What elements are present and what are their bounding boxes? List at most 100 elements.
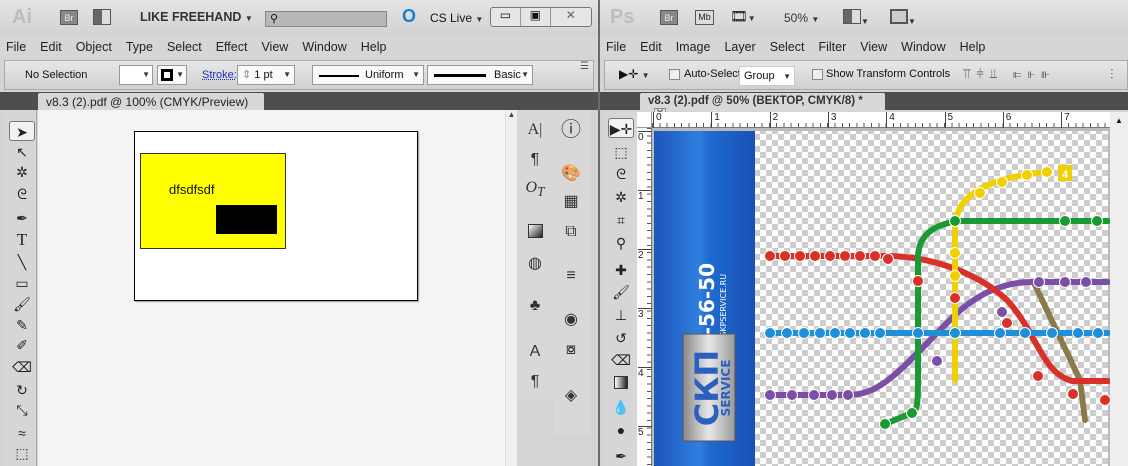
bridge-button[interactable]: Br — [60, 10, 78, 25]
character-styles-icon[interactable]: A — [518, 338, 552, 366]
menu-window[interactable]: Window — [901, 40, 945, 54]
dodge-tool[interactable]: ● — [608, 420, 634, 440]
scale-tool[interactable]: ⤡ — [9, 400, 35, 420]
menu-select[interactable]: Select — [770, 40, 805, 54]
menu-object[interactable]: Object — [76, 40, 112, 54]
close-button[interactable]: ✕ — [551, 8, 591, 26]
free-transform-tool[interactable]: ⬚ — [9, 443, 35, 463]
swatches-panel-icon[interactable]: ▦ — [554, 188, 588, 216]
brush-tool[interactable]: 🖌 — [608, 282, 634, 302]
menu-select[interactable]: Select — [167, 40, 202, 54]
black-rectangle[interactable] — [216, 205, 277, 234]
menu-type[interactable]: Type — [126, 40, 153, 54]
character-panel-icon[interactable]: A| — [518, 116, 552, 144]
opentype-panel-icon[interactable]: OT — [518, 174, 552, 202]
warp-tool[interactable]: ≈ — [9, 423, 35, 443]
magic-wand-tool[interactable]: ✲ — [9, 162, 35, 182]
lasso-tool[interactable]: ᘓ — [608, 164, 634, 184]
menu-file[interactable]: File — [6, 40, 26, 54]
history-brush-tool[interactable]: ↺ — [608, 328, 634, 348]
eraser-tool[interactable]: ⌫ — [608, 350, 634, 370]
menu-edit[interactable]: Edit — [640, 40, 662, 54]
blur-tool[interactable]: 💧 — [608, 397, 634, 417]
info-panel-icon[interactable]: ⓘ — [554, 116, 588, 144]
layers-panel-icon[interactable]: ◈ — [554, 382, 588, 410]
yellow-rectangle[interactable]: dfsdfsdf — [140, 153, 286, 249]
direct-selection-tool[interactable]: ↖ — [9, 142, 35, 162]
stroke-label[interactable]: Stroke: — [202, 69, 237, 81]
paintbrush-tool[interactable]: 🖌 — [9, 294, 35, 314]
clone-stamp-tool[interactable]: ⊥ — [608, 305, 634, 325]
marquee-tool[interactable]: ⬚ — [608, 142, 634, 162]
menu-filter[interactable]: Filter — [818, 40, 846, 54]
canvas-area[interactable]: dfsdfsdf — [38, 110, 505, 466]
variable-width-profile[interactable]: Uniform ▼ — [312, 65, 424, 85]
show-transform-checkbox[interactable] — [812, 69, 823, 80]
align-buttons[interactable]: ⫪⫩⫫ ⊫⊩⊪ — [963, 66, 1056, 82]
eraser-tool[interactable]: ⌫ — [9, 357, 35, 377]
auto-select-checkbox[interactable] — [669, 69, 680, 80]
menu-layer[interactable]: Layer — [724, 40, 755, 54]
maximize-button[interactable]: ▣ — [521, 8, 551, 26]
appearance-panel-icon[interactable]: ◉ — [554, 306, 588, 334]
stroke-weight-field[interactable]: ⇕ 1 pt ▼ — [237, 65, 295, 85]
lasso-tool[interactable]: ᘓ — [9, 184, 35, 204]
move-tool[interactable]: ▶✛ — [608, 118, 634, 138]
minimize-button[interactable]: ▭ — [491, 8, 521, 26]
stroke-panel-icon[interactable]: ≡ — [554, 262, 588, 290]
stroke-swatch[interactable]: ▼ — [157, 65, 187, 85]
zoom-level-dropdown[interactable]: 50% ▼ — [784, 11, 819, 25]
ruler-corner[interactable] — [637, 112, 652, 128]
workspace-switcher[interactable]: LIKE FREEHAND ▼ — [140, 10, 253, 24]
distribute-button[interactable]: ⫶ — [1110, 66, 1114, 83]
arrange-documents-icon[interactable] — [93, 9, 111, 25]
screen-mode-button[interactable]: ▼ — [890, 9, 916, 27]
pen-tool[interactable]: ✒ — [9, 208, 35, 228]
artboard[interactable]: dfsdfsdf — [134, 131, 418, 301]
pencil-tool[interactable]: ✎ — [9, 315, 35, 335]
rotate-tool[interactable]: ↻ — [9, 380, 35, 400]
text-object[interactable]: dfsdfsdf — [169, 182, 215, 197]
fill-swatch[interactable]: ▼ — [119, 65, 153, 85]
menu-file[interactable]: File — [606, 40, 626, 54]
color-panel-icon[interactable]: 🎨 — [554, 160, 588, 188]
panel-menu-icon[interactable]: ☰ — [580, 61, 589, 72]
symbols-panel-icon[interactable]: ♣ — [518, 292, 552, 320]
menu-effect[interactable]: Effect — [216, 40, 248, 54]
rectangle-tool[interactable]: ▭ — [9, 273, 35, 293]
menu-window[interactable]: Window — [302, 40, 346, 54]
pen-tool[interactable]: ✒ — [608, 446, 634, 466]
document-canvas[interactable]: 900-56-50 WWW.SKPSERVICE.RU СКП SERVICE … — [652, 128, 1111, 466]
document-tab[interactable]: v8.3 (2).pdf @ 50% (ВЕКТОР, CMYK/8) *✕ — [640, 93, 885, 120]
menu-view[interactable]: View — [860, 40, 887, 54]
menu-view[interactable]: View — [261, 40, 288, 54]
document-tab[interactable]: v8.3 (2).pdf @ 100% (CMYK/Preview)✕ — [38, 93, 264, 124]
line-tool[interactable]: ╲ — [9, 252, 35, 272]
arrange-documents-button[interactable]: ▼ — [843, 9, 869, 27]
menu-help[interactable]: Help — [960, 40, 986, 54]
vertical-scrollbar[interactable]: ▲ — [505, 110, 517, 466]
paragraph-styles-icon[interactable]: ¶ — [518, 368, 552, 396]
selection-tool[interactable]: ➤ — [9, 121, 35, 141]
paragraph-panel-icon[interactable]: ¶ — [518, 146, 552, 174]
bridge-button[interactable]: Br — [660, 10, 678, 25]
mini-bridge-button[interactable]: Mb — [695, 10, 714, 25]
vertical-scrollbar[interactable]: ▲ — [1110, 112, 1128, 466]
eyedropper-tool[interactable]: ⚲ — [608, 233, 634, 253]
blob-brush-tool[interactable]: ✐ — [9, 335, 35, 355]
horizontal-ruler[interactable]: 0 1 2 3 4 5 6 7 — [652, 112, 1110, 128]
search-input[interactable]: ⚲ — [265, 11, 387, 27]
gradient-tool[interactable] — [608, 374, 634, 394]
graphic-styles-icon[interactable]: ⧇ — [554, 336, 588, 364]
transform-panel-icon[interactable]: ⧉ — [554, 218, 588, 246]
view-extras-button[interactable]: 🎞 ▼ — [730, 8, 756, 25]
transparency-panel-icon[interactable]: ◍ — [518, 250, 552, 278]
brush-definition[interactable]: Basic ▼ — [427, 65, 533, 85]
type-tool[interactable]: T — [9, 230, 35, 250]
cs-live-button[interactable]: CS Live ▼ — [430, 11, 483, 25]
tool-preset-picker[interactable]: ▶✛ ▼ — [619, 67, 650, 81]
vertical-ruler[interactable]: 0 1 2 3 4 5 — [637, 128, 652, 466]
menu-help[interactable]: Help — [361, 40, 387, 54]
menu-image[interactable]: Image — [676, 40, 711, 54]
healing-brush-tool[interactable]: ✚ — [608, 260, 634, 280]
